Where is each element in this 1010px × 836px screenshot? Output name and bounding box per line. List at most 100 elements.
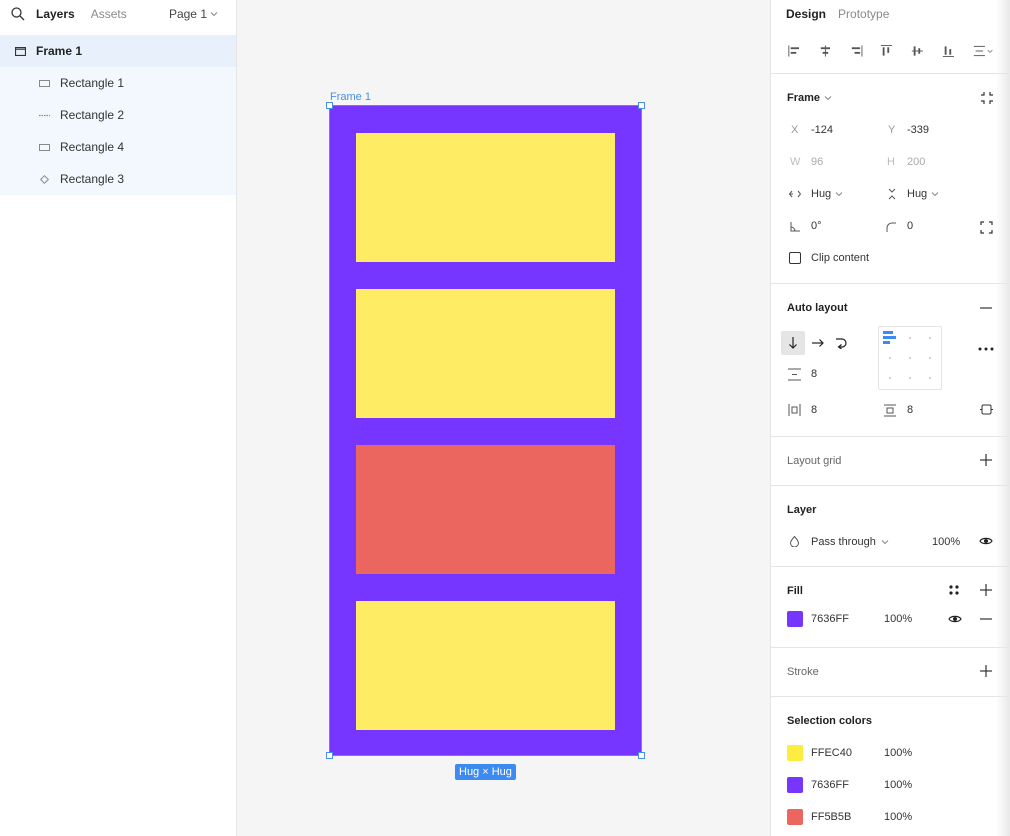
tab-assets[interactable]: Assets <box>91 7 127 21</box>
fill-opacity-field[interactable]: 100% <box>884 613 912 625</box>
layer-item-rectangle-2[interactable]: Rectangle 2 <box>0 99 236 131</box>
layer-item-rectangle-3[interactable]: Rectangle 3 <box>0 163 236 195</box>
rotation-field[interactable]: 0° <box>811 220 822 232</box>
properties-tabs: Design Prototype <box>771 0 1010 28</box>
styles-grid-icon[interactable] <box>949 585 959 595</box>
selection-color-opacity[interactable]: 100% <box>884 747 912 759</box>
fill-color-swatch[interactable] <box>787 611 803 627</box>
frame-section-title: Frame <box>787 92 821 104</box>
plus-icon[interactable] <box>980 665 992 677</box>
layers-panel: Layers Assets Page 1 Frame 1 Rectangle 1 <box>0 0 237 836</box>
selection-color-swatch[interactable] <box>787 809 803 825</box>
plus-icon[interactable] <box>980 584 992 596</box>
eye-icon[interactable] <box>979 536 993 546</box>
fill-section-title: Fill <box>787 585 803 597</box>
chevron-down-icon <box>824 96 832 101</box>
frame-label[interactable]: Frame 1 <box>330 91 371 103</box>
w-label: W <box>790 156 801 168</box>
clip-content-checkbox[interactable] <box>789 252 801 264</box>
tab-layers[interactable]: Layers <box>36 7 75 21</box>
eye-icon[interactable] <box>948 614 962 624</box>
direction-vertical-button[interactable] <box>781 331 805 355</box>
more-options-icon[interactable] <box>978 347 994 351</box>
blend-mode-select[interactable]: Pass through <box>811 536 889 548</box>
canvas[interactable]: Frame 1 Hug × Hug <box>237 0 770 836</box>
align-horizontal-center-icon[interactable] <box>818 43 833 59</box>
selection-color-swatch[interactable] <box>787 777 803 793</box>
layer-name: Rectangle 3 <box>60 172 125 186</box>
selection-color-opacity[interactable]: 100% <box>884 811 912 823</box>
align-right-icon[interactable] <box>849 43 864 59</box>
selection-color-opacity[interactable]: 100% <box>884 779 912 791</box>
chevron-down-icon <box>881 540 889 545</box>
size-badge: Hug × Hug <box>455 764 516 780</box>
resize-handle-bottom-left[interactable] <box>326 752 333 759</box>
rectangle-1[interactable] <box>356 133 615 262</box>
horizontal-resizing-icon <box>789 190 801 198</box>
resize-handle-top-right[interactable] <box>638 102 645 109</box>
horizontal-padding-field[interactable]: 8 <box>811 404 817 416</box>
vertical-padding-icon <box>884 404 896 417</box>
layer-item-frame-1[interactable]: Frame 1 <box>0 35 236 67</box>
align-vertical-center-icon[interactable] <box>910 43 925 59</box>
frame-type-select[interactable]: Frame <box>787 92 832 104</box>
stroke-section-title: Stroke <box>787 666 819 678</box>
auto-layout-section: Auto layout 8 8 8 <box>771 284 1010 437</box>
properties-panel: Design Prototype Frame X -124 Y -339 W 9… <box>770 0 1010 836</box>
layer-section-title: Layer <box>787 504 817 516</box>
stroke-section: Stroke <box>771 648 1010 697</box>
layer-opacity-field[interactable]: 100% <box>932 536 960 548</box>
rectangle-2[interactable] <box>356 289 615 418</box>
selection-colors-section: Selection colors FFEC40 100% 7636FF 100%… <box>771 697 1010 836</box>
plus-icon[interactable] <box>980 454 992 466</box>
selection-color-hex[interactable]: 7636FF <box>811 779 849 791</box>
fill-hex-field[interactable]: 7636FF <box>811 613 849 625</box>
search-icon[interactable] <box>10 6 26 22</box>
align-top-icon[interactable] <box>879 43 894 59</box>
minus-icon[interactable] <box>980 307 992 309</box>
frame-1[interactable] <box>326 102 645 759</box>
resize-to-fit-icon[interactable] <box>980 91 994 105</box>
resize-handle-top-left[interactable] <box>326 102 333 109</box>
resize-handle-bottom-right[interactable] <box>638 752 645 759</box>
layer-name: Rectangle 4 <box>60 140 125 154</box>
height-mode-select[interactable]: Hug <box>907 188 939 200</box>
corner-radius-field[interactable]: 0 <box>907 220 913 232</box>
width-mode-select[interactable]: Hug <box>811 188 843 200</box>
arrow-right-icon[interactable] <box>812 338 824 348</box>
distribute-menu-icon[interactable] <box>972 43 994 59</box>
layout-grid-title: Layout grid <box>787 455 842 467</box>
y-label: Y <box>888 124 896 136</box>
alignment-grid[interactable] <box>878 326 942 390</box>
y-field[interactable]: -339 <box>907 124 929 136</box>
minus-icon[interactable] <box>980 618 992 620</box>
fill-section: Fill 7636FF 100% <box>771 567 1010 648</box>
selection-color-hex[interactable]: FFEC40 <box>811 747 852 759</box>
layer-item-rectangle-1[interactable]: Rectangle 1 <box>0 67 236 99</box>
clip-content-label: Clip content <box>811 252 870 264</box>
layer-name: Rectangle 1 <box>60 76 125 90</box>
rectangle-3[interactable] <box>356 601 615 730</box>
layer-section: Layer Pass through 100% <box>771 486 1010 567</box>
h-field[interactable]: 200 <box>907 156 925 168</box>
vertical-resizing-icon <box>888 188 896 200</box>
w-field[interactable]: 96 <box>811 156 823 168</box>
selection-color-hex[interactable]: FF5B5B <box>811 811 851 823</box>
tab-design[interactable]: Design <box>786 7 826 21</box>
page-selector[interactable]: Page 1 <box>169 7 218 21</box>
rectangle-4[interactable] <box>356 445 615 574</box>
align-bottom-icon[interactable] <box>941 43 956 59</box>
individual-padding-icon[interactable] <box>980 403 993 416</box>
vertical-padding-field[interactable]: 8 <box>907 404 913 416</box>
wrap-icon[interactable] <box>835 337 847 349</box>
independent-corners-icon[interactable] <box>980 221 993 234</box>
align-left-icon[interactable] <box>787 43 802 59</box>
x-label: X <box>791 124 799 136</box>
x-field[interactable]: -124 <box>811 124 833 136</box>
line-icon <box>38 109 50 121</box>
selection-color-swatch[interactable] <box>787 745 803 761</box>
h-label: H <box>887 156 895 168</box>
layer-item-rectangle-4[interactable]: Rectangle 4 <box>0 131 236 163</box>
item-spacing-field[interactable]: 8 <box>811 368 817 380</box>
tab-prototype[interactable]: Prototype <box>838 7 889 21</box>
